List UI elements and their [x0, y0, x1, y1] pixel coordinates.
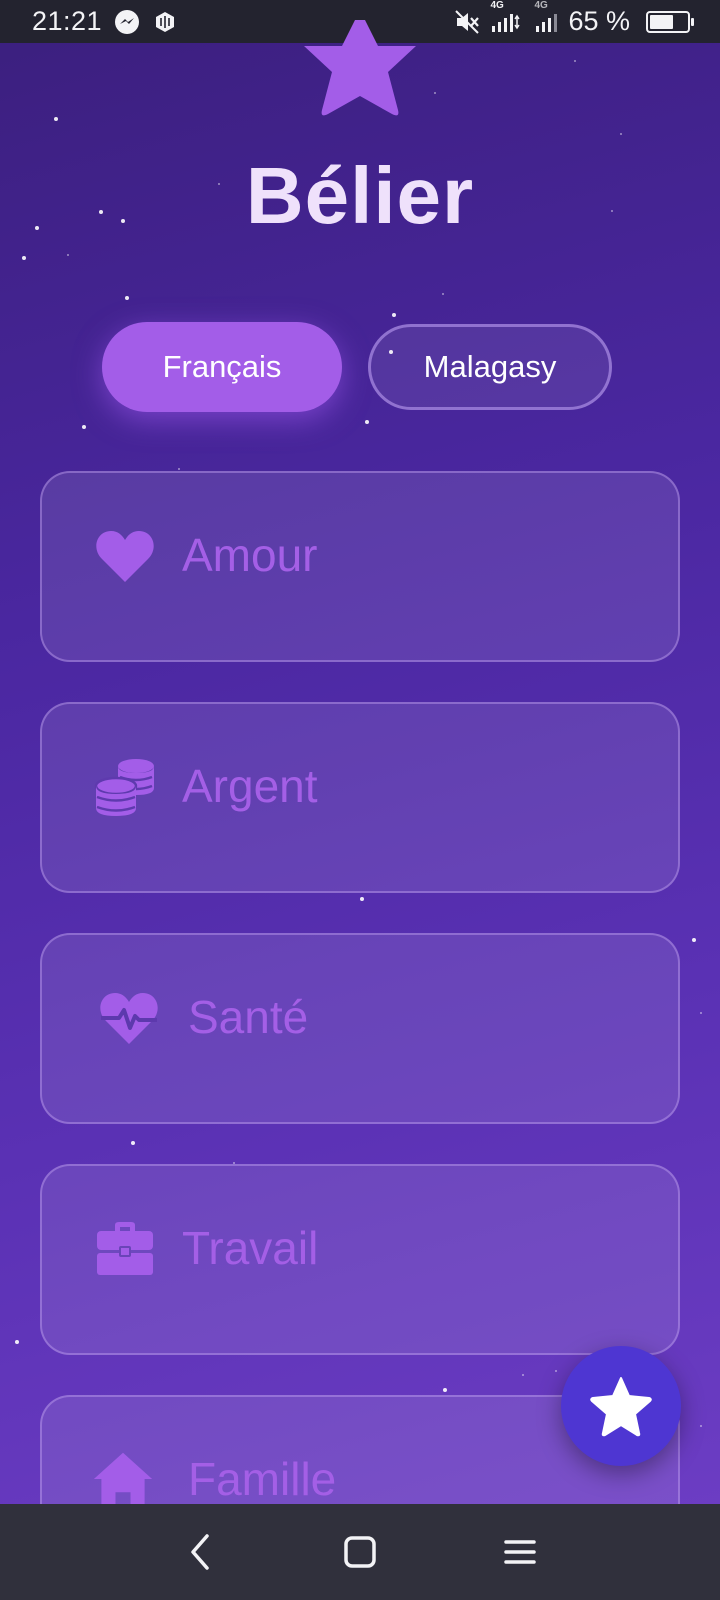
- category-label: Argent: [182, 760, 318, 812]
- recents-button[interactable]: [472, 1504, 568, 1600]
- system-nav-bar: [0, 1504, 720, 1600]
- category-label: Travail: [182, 1222, 319, 1274]
- network-label-2: 4G: [534, 0, 548, 11]
- category-card-travail[interactable]: Travail: [40, 1164, 680, 1355]
- app-screen: 21:21 4G 4G 65 % Bélier Français Malagas…: [0, 0, 720, 1600]
- briefcase-icon: [94, 1218, 156, 1280]
- menu-icon: [504, 1540, 536, 1564]
- category-label: Santé: [188, 991, 309, 1043]
- language-francais-button[interactable]: Français: [102, 322, 342, 412]
- star-icon: [590, 1377, 652, 1437]
- category-card-argent[interactable]: Argent: [40, 702, 680, 893]
- category-card-amour[interactable]: Amour: [40, 471, 680, 662]
- category-label: Famille: [188, 1453, 337, 1505]
- favorite-fab-button[interactable]: [561, 1346, 681, 1466]
- category-label: Amour: [182, 529, 318, 581]
- battery-icon: [646, 10, 694, 33]
- coins-icon: [94, 756, 156, 818]
- home-icon: [92, 1449, 154, 1511]
- language-francais-label: Français: [162, 349, 282, 384]
- back-icon: [191, 1534, 209, 1570]
- home-square-icon: [344, 1536, 376, 1568]
- language-malagasy-label: Malagasy: [423, 349, 557, 384]
- network-label-1: 4G: [490, 0, 504, 11]
- language-malagasy-button[interactable]: Malagasy: [368, 324, 612, 410]
- signal-icon: 4G: [490, 0, 524, 34]
- battery-percent: 65 %: [568, 6, 630, 36]
- messenger-icon: [114, 9, 140, 35]
- home-button[interactable]: [312, 1504, 408, 1600]
- heart-icon: [94, 525, 156, 587]
- app-notification-icon: [152, 9, 178, 35]
- page-title: Bélier: [245, 151, 475, 240]
- status-time: 21:21: [32, 6, 103, 36]
- signal-icon-2: 4G: [534, 0, 558, 34]
- zodiac-star-icon: [300, 10, 420, 121]
- mute-icon: [454, 9, 480, 35]
- back-button[interactable]: [152, 1504, 248, 1600]
- heart-pulse-icon: [98, 987, 160, 1049]
- battery-level-fill: [650, 14, 673, 29]
- category-card-sante[interactable]: Santé: [40, 933, 680, 1124]
